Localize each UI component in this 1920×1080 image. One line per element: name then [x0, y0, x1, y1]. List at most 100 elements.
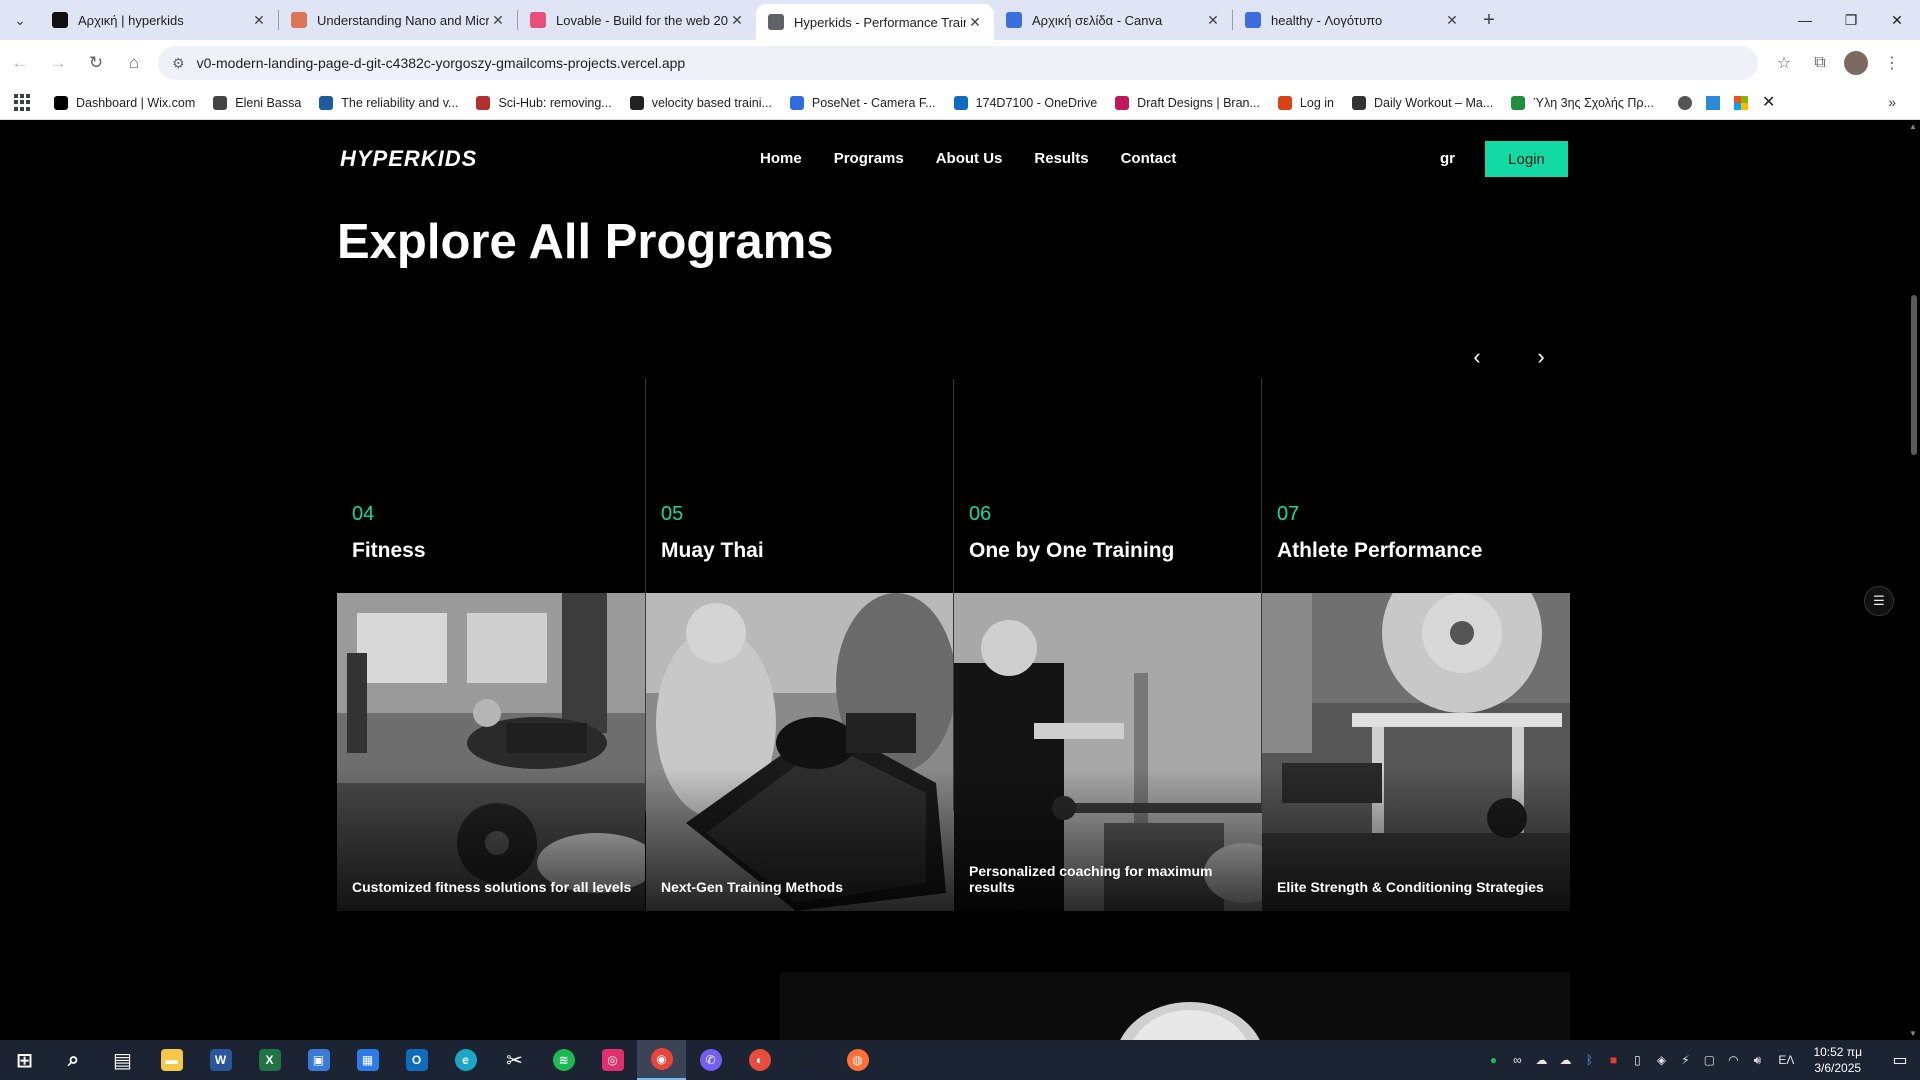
- browser-tab[interactable]: Hyperkids - Performance Training✕: [756, 4, 994, 40]
- chrome-icon[interactable]: ◉: [637, 1040, 686, 1080]
- tab-search-button[interactable]: ⌄: [0, 0, 40, 40]
- back-icon[interactable]: ←: [2, 45, 38, 81]
- scroll-down-icon[interactable]: ▼: [1908, 1029, 1918, 1038]
- globe-bookmark-icon[interactable]: [1677, 95, 1692, 110]
- close-tab-icon[interactable]: ✕: [250, 12, 268, 29]
- menu-kebab-icon[interactable]: ⋮: [1874, 53, 1910, 73]
- bookmark-item[interactable]: Log in: [1277, 95, 1334, 110]
- browser-tab[interactable]: Αρχική | hyperkids ✕: [40, 0, 278, 40]
- capcut-icon[interactable]: ✂: [490, 1040, 539, 1080]
- bookmark-item[interactable]: Sci-Hub: removing...: [476, 95, 612, 110]
- word-icon[interactable]: W: [196, 1040, 245, 1080]
- edge-icon[interactable]: e: [441, 1040, 490, 1080]
- close-tab-icon[interactable]: ✕: [1204, 12, 1222, 29]
- close-tab-icon[interactable]: ✕: [1443, 12, 1461, 29]
- bookmark-item[interactable]: Eleni Bassa: [213, 95, 301, 110]
- program-card[interactable]: 07 Athlete Performance Elite Strength & Co…: [1261, 379, 1570, 911]
- scrollbar-thumb[interactable]: [1911, 295, 1917, 455]
- close-tab-icon[interactable]: ✕: [728, 12, 746, 29]
- task-view-icon[interactable]: ▤: [98, 1040, 147, 1080]
- file-explorer-icon[interactable]: ▬: [147, 1040, 196, 1080]
- claude-favicon-icon: [291, 12, 307, 28]
- excel-icon[interactable]: X: [245, 1040, 294, 1080]
- nav-about-us[interactable]: About Us: [936, 150, 1003, 167]
- meet-tray-icon[interactable]: ▢: [1697, 1053, 1721, 1067]
- nav-home[interactable]: Home: [760, 150, 802, 167]
- site-logo[interactable]: HYPERKIDS: [340, 146, 477, 172]
- firefox-glyph-icon: ◍: [846, 1049, 869, 1071]
- spotify-icon[interactable]: ≋: [539, 1040, 588, 1080]
- forward-icon[interactable]: →: [40, 45, 76, 81]
- chevron-left-icon[interactable]: ‹: [1466, 344, 1488, 370]
- bookmark-item[interactable]: velocity based traini...: [629, 95, 772, 110]
- apps-grid-icon[interactable]: [14, 93, 32, 112]
- page-scrollbar[interactable]: ▲ ▼: [1906, 120, 1920, 1040]
- instagram-icon[interactable]: ◎: [588, 1040, 637, 1080]
- browser-tab[interactable]: Understanding Nano and Micro ✕: [279, 0, 517, 40]
- screen-bookmark-icon[interactable]: [1705, 95, 1720, 110]
- language-switch[interactable]: gr: [1440, 150, 1455, 167]
- login-button[interactable]: Login: [1485, 141, 1568, 177]
- bookmark-item[interactable]: Ύλη 3ης Σχολής Πρ...: [1511, 95, 1654, 110]
- paint-icon[interactable]: ◐: [735, 1040, 784, 1080]
- side-panel-icon[interactable]: ☰: [1864, 586, 1894, 616]
- wifi-tray-icon[interactable]: ◠: [1721, 1053, 1745, 1067]
- bookmark-item[interactable]: The reliability and v...: [319, 95, 458, 110]
- more-bookmarks-icon[interactable]: »: [1888, 94, 1896, 110]
- nav-contact[interactable]: Contact: [1121, 150, 1177, 167]
- calendar-icon[interactable]: ▦: [343, 1040, 392, 1080]
- network-tray-icon[interactable]: ⚡: [1673, 1053, 1697, 1067]
- notifications-icon[interactable]: ▭: [1880, 1050, 1920, 1070]
- bookmark-star-icon[interactable]: ☆: [1766, 53, 1802, 73]
- program-card[interactable]: 05 Muay Thai Next-Gen Training Methods: [645, 379, 954, 911]
- nav-programs[interactable]: Programs: [834, 150, 904, 167]
- url-bar[interactable]: ⚙ v0-modern-landing-page-d-git-c4382c-yo…: [158, 46, 1758, 80]
- reload-icon[interactable]: ↻: [78, 45, 114, 81]
- nav-results[interactable]: Results: [1034, 150, 1088, 167]
- close-window-icon[interactable]: ✕: [1874, 0, 1920, 40]
- scroll-up-icon[interactable]: ▲: [1908, 122, 1918, 131]
- bookmark-item[interactable]: 174D7100 - OneDrive: [953, 95, 1097, 110]
- program-card[interactable]: 06 One by One Training Personalized coachi…: [953, 379, 1262, 911]
- cloud-off-tray-icon[interactable]: ☁: [1529, 1053, 1553, 1067]
- outlook-icon[interactable]: O: [392, 1040, 441, 1080]
- new-tab-button[interactable]: +: [1471, 0, 1507, 40]
- link-tray-icon[interactable]: ∞: [1505, 1053, 1529, 1067]
- spotify-tray-icon[interactable]: ●: [1481, 1053, 1505, 1067]
- site-info-icon[interactable]: ⚙: [172, 55, 185, 72]
- usb-tray-icon[interactable]: ▯: [1625, 1053, 1649, 1067]
- volume-tray-icon[interactable]: 🔊︎: [1745, 1053, 1769, 1068]
- restore-icon[interactable]: ❐: [1828, 0, 1874, 40]
- bookmark-item[interactable]: PoseNet - Camera F...: [789, 95, 936, 110]
- firefox-icon[interactable]: ◍: [833, 1040, 882, 1080]
- language-indicator[interactable]: ΕΛ: [1769, 1053, 1803, 1067]
- browser-tab[interactable]: Lovable - Build for the web 20x ✕: [518, 0, 756, 40]
- store-icon[interactable]: ▣: [294, 1040, 343, 1080]
- terminal-icon[interactable]: ▭: [784, 1040, 833, 1080]
- profile-avatar[interactable]: [1838, 51, 1874, 75]
- app-tray-icon[interactable]: ■: [1601, 1053, 1625, 1067]
- search-icon[interactable]: ⌕: [49, 1040, 98, 1080]
- microsoft-bookmark-icon[interactable]: [1733, 95, 1748, 110]
- extensions-icon[interactable]: ⧉: [1802, 54, 1838, 72]
- viber-icon[interactable]: ✆: [686, 1040, 735, 1080]
- bookmark-item[interactable]: Draft Designs | Bran...: [1115, 95, 1260, 110]
- bluetooth-tray-icon[interactable]: ᛒ: [1577, 1053, 1601, 1067]
- close-tab-icon[interactable]: ✕: [489, 12, 507, 29]
- bookmark-list: Dashboard | Wix.com Eleni Bassa The reliab…: [54, 95, 1672, 110]
- bookmark-item[interactable]: Daily Workout – Ma...: [1351, 95, 1493, 110]
- program-card[interactable]: 04 Fitness Customized fitness solutions fo…: [337, 379, 645, 911]
- browser-tab[interactable]: healthy - Λογότυπο ✕: [1233, 0, 1471, 40]
- chevron-right-icon[interactable]: ›: [1530, 344, 1552, 370]
- minimize-icon[interactable]: —: [1782, 0, 1828, 40]
- windows-start-icon[interactable]: ⊞: [0, 1040, 49, 1080]
- x-bookmark-icon[interactable]: ✕: [1762, 94, 1775, 110]
- taskbar-apps: ⊞ ⌕ ▤ ▬ W X ▣ ▦ Oe ✂ ≋ ◎ ◉ ✆ ◐ ▭ ◍: [0, 1040, 882, 1080]
- close-tab-icon[interactable]: ✕: [966, 14, 984, 31]
- bookmark-item[interactable]: Dashboard | Wix.com: [54, 95, 195, 110]
- home-icon[interactable]: ⌂: [116, 45, 152, 81]
- security-tray-icon[interactable]: ◈: [1649, 1053, 1673, 1067]
- clock[interactable]: 10:52 πμ 3/6/2025: [1813, 1044, 1862, 1076]
- onedrive-tray-icon[interactable]: ☁: [1553, 1053, 1577, 1067]
- browser-tab[interactable]: Αρχική σελίδα - Canva ✕: [994, 0, 1232, 40]
